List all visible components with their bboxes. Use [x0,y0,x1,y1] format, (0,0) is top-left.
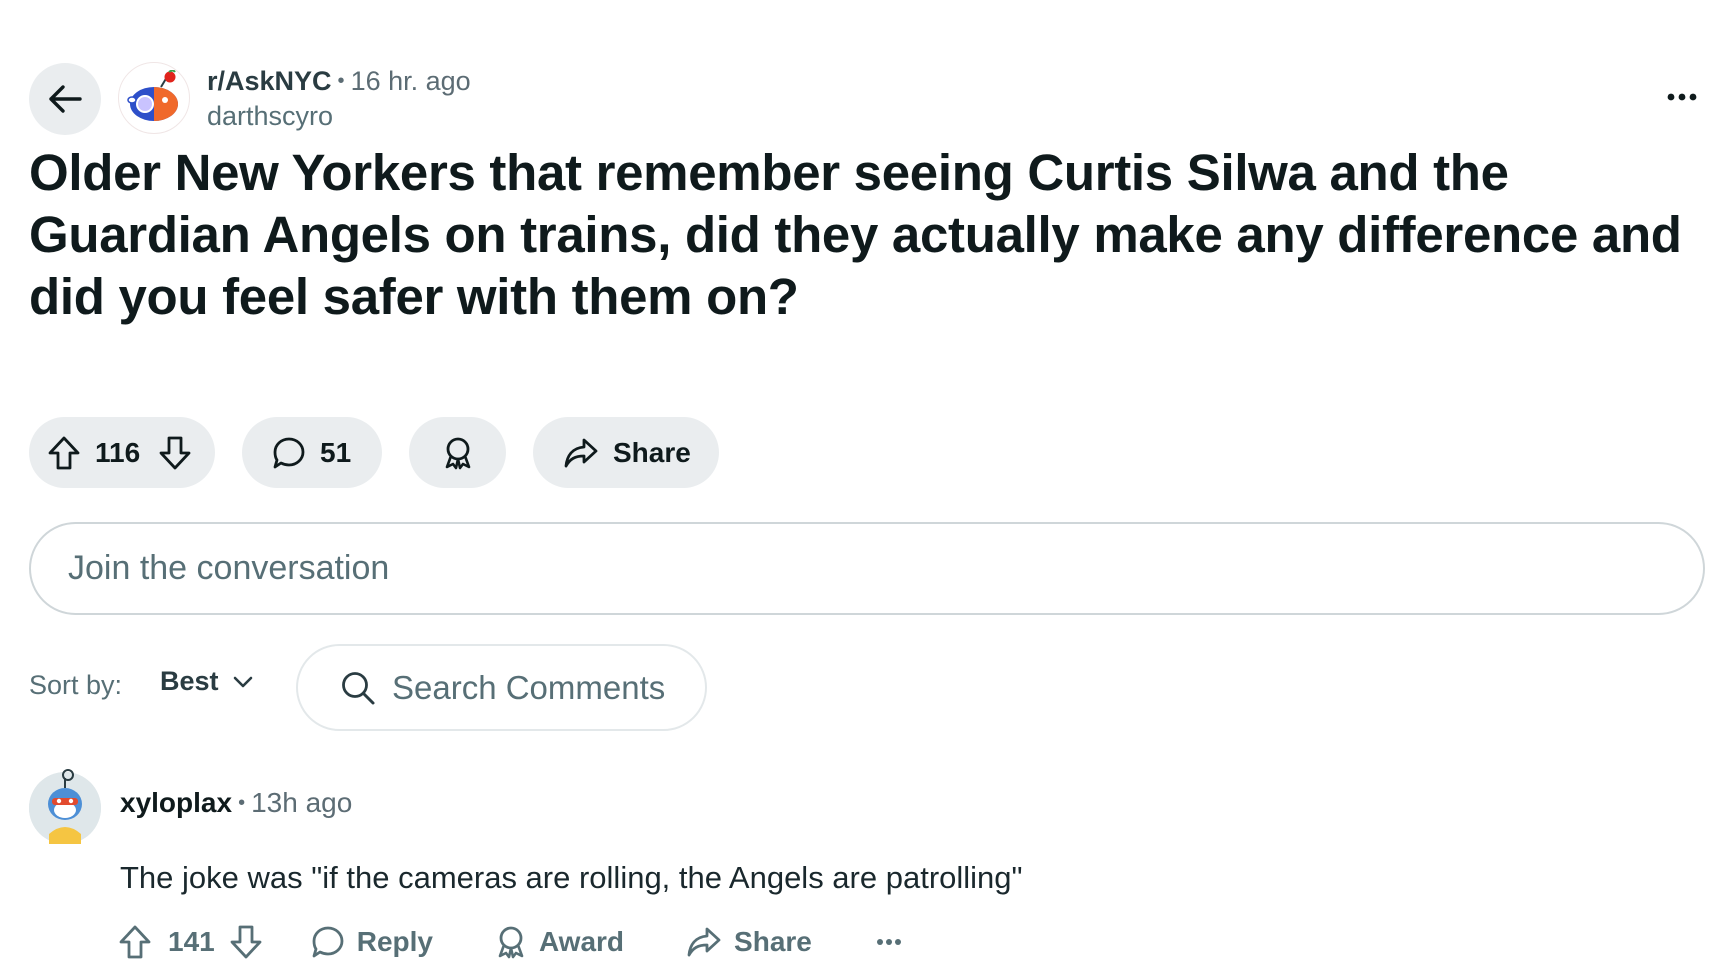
share-label: Share [613,436,691,468]
comments-button[interactable]: 51 [242,417,382,488]
back-arrow-icon [47,84,83,114]
upvote-icon[interactable] [47,435,81,471]
comment-vote-control: 141 [118,924,263,960]
subreddit-avatar[interactable] [118,62,190,134]
share-icon [686,926,722,958]
comment-award-button[interactable]: Award [495,925,624,959]
comment-header: xyloplax • 13h ago [120,786,352,820]
upvote-icon[interactable] [118,924,152,960]
comment-time: 13h ago [251,787,353,818]
downvote-icon[interactable] [229,924,263,960]
search-icon [340,670,376,706]
post-author[interactable]: darthscyro [207,99,333,133]
award-label: Award [538,926,625,957]
sort-dropdown[interactable]: Best [160,666,253,697]
sort-label: Sort by: [29,670,123,700]
more-options-icon [876,938,902,946]
comment-actions: 141 Reply Award Share [118,920,902,962]
more-options-button[interactable] [1662,80,1702,114]
post-vote-control: 116 [29,417,215,488]
search-comments-input[interactable]: Search Comments [296,644,707,731]
comment-icon [272,436,306,470]
back-button[interactable] [29,63,101,135]
comment-icon [311,925,345,959]
award-icon [495,925,527,959]
sort-value: Best [160,666,219,696]
subreddit-name[interactable]: r/AskNYC [207,66,332,96]
chevron-down-icon [233,676,253,688]
subreddit-avatar-icon [123,70,185,126]
comment-body: The joke was "if the cameras are rolling… [120,860,1023,895]
post-vote-count: 116 [95,436,141,468]
more-options-icon [1667,93,1697,101]
comment-share-label: Share [734,926,812,957]
comment-author[interactable]: xyloplax [120,787,232,818]
post-meta: r/AskNYC • 16 hr. ago [207,64,471,98]
search-placeholder: Search Comments [392,668,666,706]
award-button[interactable] [409,417,506,488]
reply-button[interactable]: Reply [311,925,433,959]
meta-separator: • [337,70,345,92]
post-time: 16 hr. ago [350,66,471,96]
reply-label: Reply [356,926,433,957]
post-page: r/AskNYC • 16 hr. ago darthscyro Older New… [0,0,1718,962]
comment-count: 51 [320,436,352,468]
post-title: Older New Yorkers that remember seeing C… [29,144,1682,325]
award-icon [442,436,474,470]
share-button[interactable]: Share [533,417,719,488]
comment-more-button[interactable] [876,938,902,946]
comment-user-avatar[interactable] [29,769,101,844]
comment-vote-count: 141 [168,926,215,957]
downvote-icon[interactable] [158,435,192,471]
join-conversation-input[interactable]: Join the conversation [29,522,1705,615]
comment-share-button[interactable]: Share [686,926,812,958]
share-icon [563,437,599,469]
comment-meta-separator: • [238,792,246,814]
